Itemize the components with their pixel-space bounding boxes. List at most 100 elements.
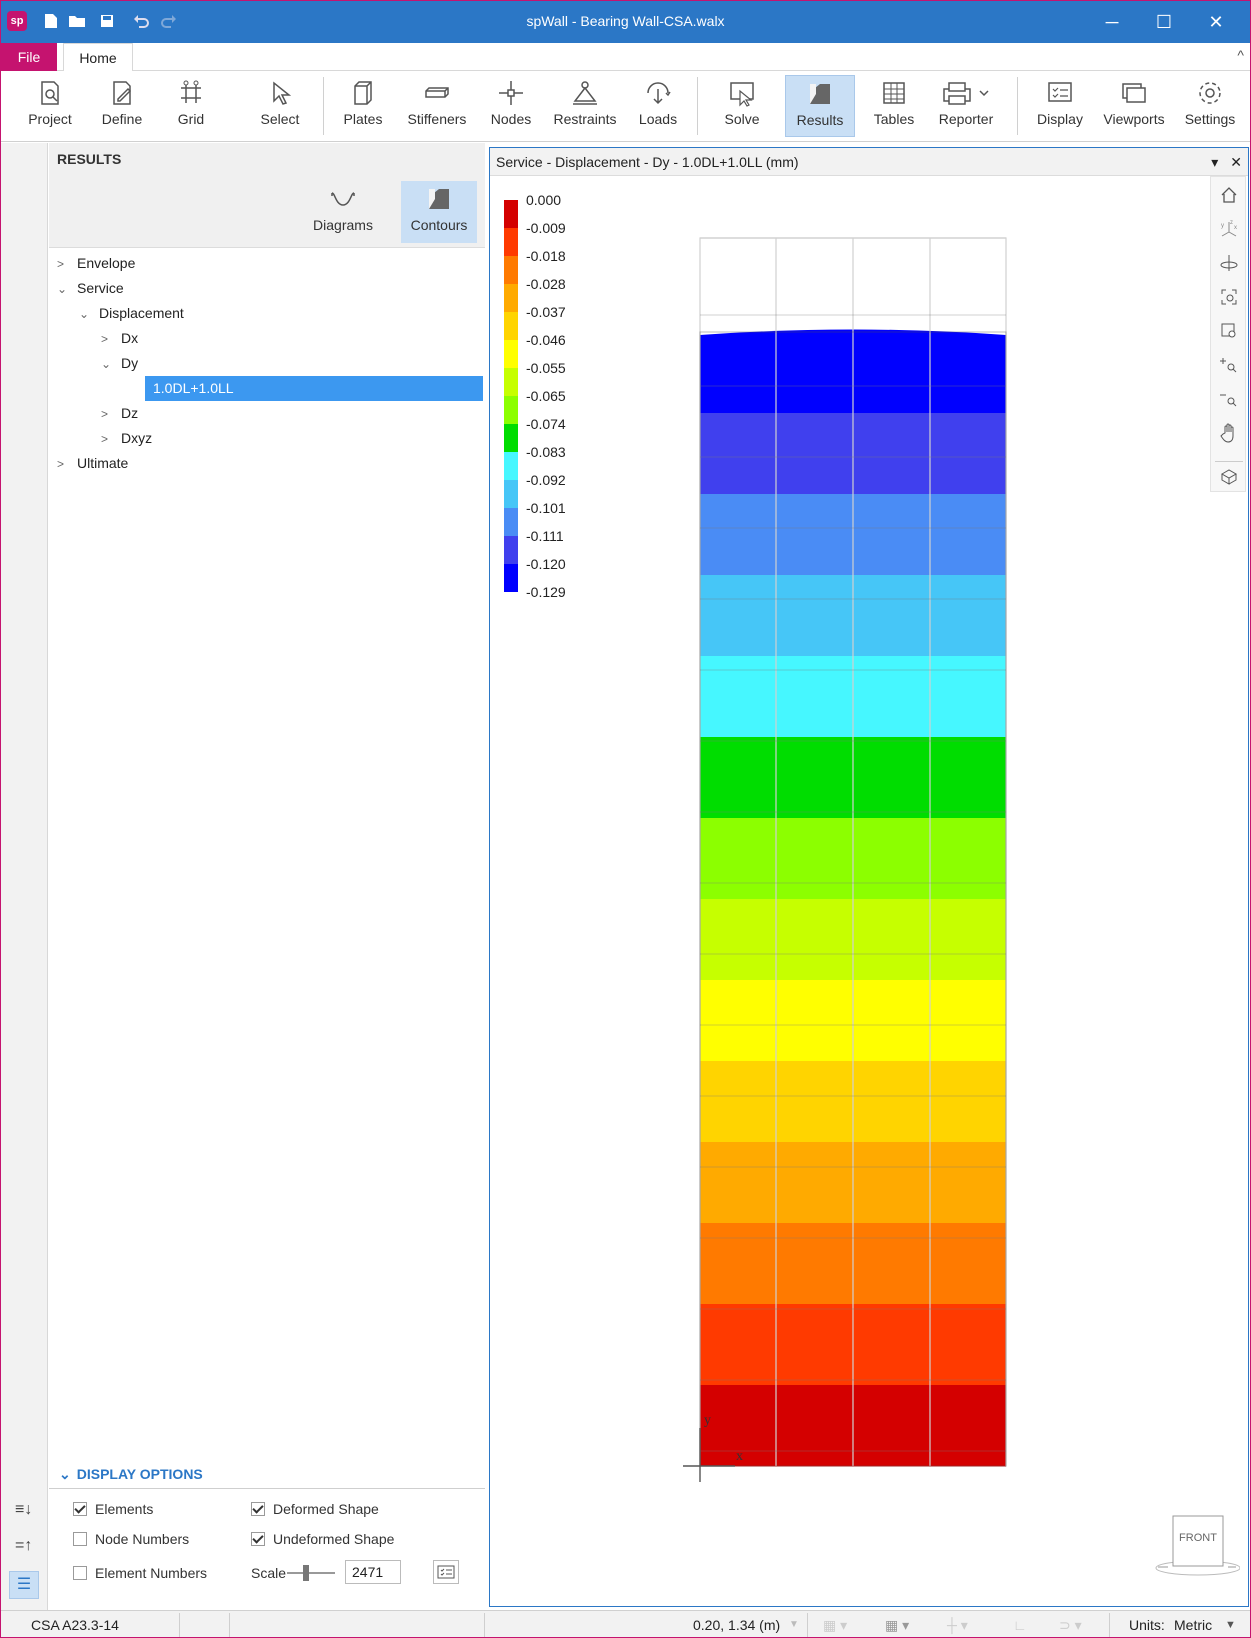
ribbon-restraints-button[interactable]: Restraints [553, 75, 617, 137]
tree-item-envelope[interactable]: > Envelope [57, 251, 135, 275]
ribbon-label: Nodes [490, 111, 532, 127]
checkbox-box [73, 1532, 87, 1546]
ribbon-grid-button[interactable]: Grid [171, 75, 211, 137]
contours-icon [429, 189, 449, 209]
chevron-down-icon: ⌄ [101, 357, 112, 371]
coords-dropdown-icon[interactable]: ▼ [789, 1611, 799, 1637]
ribbon-label: Solve [724, 111, 760, 127]
sort-down-icon[interactable]: ≡↓ [15, 1501, 32, 1519]
ribbon-loads-button[interactable]: Loads [637, 75, 679, 137]
ribbon-nodes-button[interactable]: Nodes [488, 75, 534, 137]
ribbon-reporter-button[interactable]: Reporter [935, 75, 997, 137]
tree-item-dxyz[interactable]: > Dxyz [101, 426, 152, 450]
display-icon [1048, 82, 1072, 102]
diagrams-button[interactable]: Diagrams [311, 181, 375, 243]
ribbon-tabs: File Home ^ [1, 43, 1250, 72]
axes-icon[interactable]: yzx [1217, 217, 1241, 241]
design-code: CSA A23.3-14 [31, 1617, 119, 1633]
chevron-right-icon: > [101, 407, 109, 421]
ribbon-project-button[interactable]: Project [23, 75, 77, 137]
maximize-button[interactable]: ☐ [1138, 1, 1190, 43]
minimize-button[interactable]: ─ [1086, 1, 1138, 43]
zoom-window-icon[interactable] [1217, 319, 1241, 343]
ribbon-display-button[interactable]: Display [1035, 75, 1085, 137]
checkbox-label: Element Numbers [95, 1565, 208, 1581]
tree-item-displacement[interactable]: ⌄ Displacement [79, 301, 184, 325]
tree-label: Dz [121, 405, 139, 421]
viewport[interactable]: Service - Displacement - Dy - 1.0DL+1.0L… [489, 147, 1249, 1607]
ribbon-tables-button[interactable]: Tables [871, 75, 917, 137]
ribbon-define-button[interactable]: Define [97, 75, 147, 137]
units-dropdown-icon[interactable]: ▼ [1225, 1611, 1236, 1637]
list-view-icon[interactable]: ☰ [9, 1571, 39, 1599]
node-numbers-checkbox[interactable]: Node Numbers [73, 1529, 189, 1549]
tree-item-service[interactable]: ⌄ Service [57, 276, 124, 300]
elements-checkbox[interactable]: Elements [73, 1499, 153, 1519]
axis-x-label: x [736, 1449, 743, 1464]
diagrams-icon [331, 192, 355, 206]
side-strip: ≡↓ =↑ ☰ [1, 143, 48, 1610]
tree-item-dz[interactable]: > Dz [101, 401, 138, 425]
ribbon-viewports-button[interactable]: Viewports [1103, 75, 1165, 137]
rotate-icon[interactable] [1217, 251, 1241, 275]
tree-item-ultimate[interactable]: > Ultimate [57, 451, 128, 475]
stiffeners-icon [425, 87, 449, 98]
ribbon-results-button[interactable]: Results [785, 75, 855, 137]
snap-grid-icon[interactable]: ▦ ▾ [823, 1611, 847, 1637]
pan-hand-icon[interactable] [1217, 421, 1241, 445]
results-toolbar: Diagrams Contours [49, 175, 485, 248]
zoom-extents-icon[interactable] [1217, 285, 1241, 309]
svg-text:z: z [1230, 220, 1233, 226]
plates-icon [354, 81, 372, 105]
ribbon-solve-button[interactable]: Solve [717, 75, 767, 137]
ribbon-settings-button[interactable]: Settings [1181, 75, 1239, 137]
ribbon-label: Project [28, 111, 72, 127]
tree-label: Service [77, 280, 124, 296]
tree-item-load-combo[interactable]: 1.0DL+1.0LL [145, 376, 483, 401]
zoom-out-icon[interactable] [1217, 387, 1241, 411]
tree-label: Ultimate [77, 455, 129, 471]
home-view-icon[interactable] [1217, 183, 1241, 207]
display-settings-icon[interactable] [433, 1560, 459, 1584]
contours-label: Contours [410, 217, 468, 233]
view-cube[interactable]: FRONT [1150, 1508, 1241, 1588]
cube-front-label: FRONT [1179, 1532, 1217, 1544]
checkbox-label: Elements [95, 1501, 154, 1517]
node-snap-icon[interactable]: ┼ ▾ [947, 1611, 968, 1637]
tree-item-dx[interactable]: > Dx [101, 326, 138, 350]
element-numbers-checkbox[interactable]: Element Numbers [73, 1563, 207, 1583]
undeformed-shape-checkbox[interactable]: Undeformed Shape [251, 1529, 394, 1549]
collapse-ribbon-button[interactable]: ^ [1237, 47, 1244, 63]
ortho-icon[interactable]: ∟ [1013, 1611, 1027, 1637]
title-bar: sp spWall - Bearing Wall-CSA.walx ─ ☐ ✕ [1, 1, 1250, 43]
close-button[interactable]: ✕ [1190, 1, 1242, 43]
display-options-header[interactable]: ⌄ DISPLAY OPTIONS [49, 1459, 485, 1489]
selection-mode-icon[interactable]: ⊃ ▾ [1059, 1611, 1082, 1637]
ribbon: Project Define Grid Select Plates Stiffe… [1, 71, 1250, 142]
tab-file[interactable]: File [1, 43, 57, 71]
contours-button[interactable]: Contours [401, 181, 477, 243]
ribbon-stiffeners-button[interactable]: Stiffeners [405, 75, 469, 137]
ribbon-separator [1017, 77, 1018, 135]
scale-slider[interactable] [287, 1563, 335, 1583]
units-value[interactable]: Metric [1174, 1611, 1212, 1637]
results-icon [810, 84, 830, 104]
tree-item-dy[interactable]: ⌄ Dy [101, 351, 138, 375]
tab-home[interactable]: Home [63, 43, 133, 72]
app-window: sp spWall - Bearing Wall-CSA.walx ─ ☐ ✕ … [0, 0, 1251, 1638]
results-panel: RESULTS Diagrams Contours > Envelope ⌄ Ser… [49, 143, 485, 1610]
ribbon-plates-button[interactable]: Plates [339, 75, 387, 137]
scale-input[interactable]: 2471 [345, 1560, 401, 1584]
status-separator [807, 1613, 808, 1637]
sort-up-icon[interactable]: =↑ [15, 1537, 32, 1555]
grid-toggle-icon[interactable]: ▦ ▾ [885, 1611, 909, 1637]
zoom-in-icon[interactable] [1217, 353, 1241, 377]
tree-label: Dxyz [121, 430, 153, 446]
project-icon [41, 81, 59, 105]
deformed-shape-checkbox[interactable]: Deformed Shape [251, 1499, 379, 1519]
ribbon-label: Reporter [938, 111, 994, 127]
view-cube-icon[interactable] [1217, 465, 1241, 489]
ribbon-label: Display [1037, 111, 1083, 127]
select-icon [273, 81, 292, 105]
ribbon-select-button[interactable]: Select [257, 75, 303, 137]
